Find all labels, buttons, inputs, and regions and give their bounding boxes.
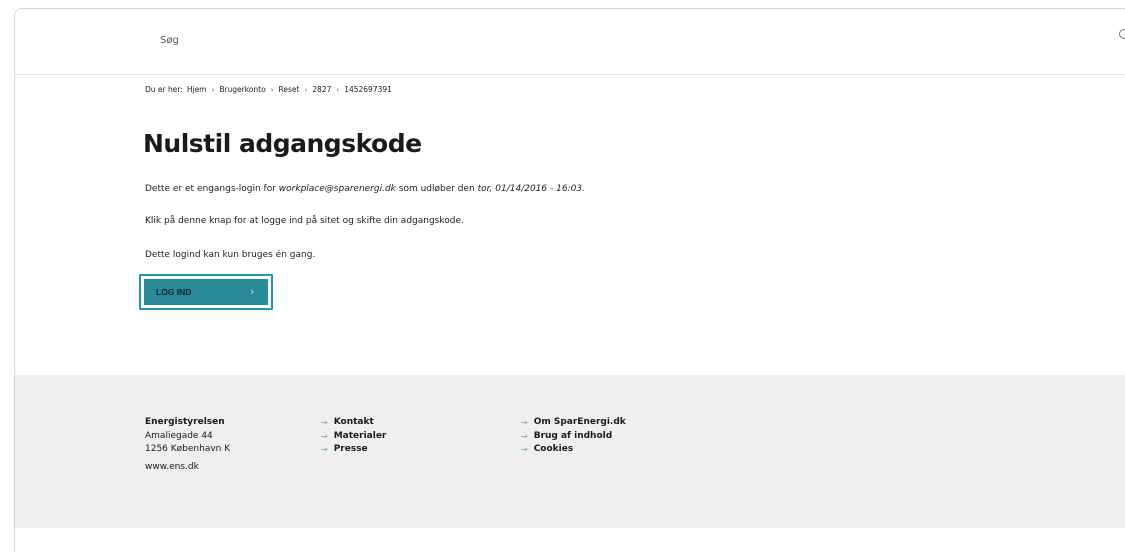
p1-text-middle: som udløber den <box>395 184 478 194</box>
search-icon[interactable] <box>1119 29 1125 39</box>
footer-link-cookies[interactable]: → Cookies <box>521 443 626 457</box>
breadcrumb-item-hjem[interactable]: Hjem <box>187 85 207 94</box>
footer-link-kontakt[interactable]: → Kontakt <box>321 416 386 430</box>
arrow-right-icon: → <box>521 445 528 454</box>
p1-text-before: Dette er et engangs-login for <box>145 184 279 194</box>
arrow-right-icon: → <box>521 431 528 441</box>
login-email: workplace@sparenergi.dk <box>278 184 396 194</box>
breadcrumb-item-reset[interactable]: Reset <box>279 85 300 94</box>
login-button-highlight: LOG IND › <box>139 274 273 310</box>
footer-link-om-sparenergi[interactable]: → Om SparEnergi.dk <box>521 416 626 430</box>
instruction-text: Klik på denne knap for at logge ind på s… <box>145 216 464 226</box>
footer-links-col-2: → Om SparEnergi.dk → Brug af indhold → Cook… <box>521 416 626 457</box>
breadcrumb-separator-icon: › <box>211 85 215 94</box>
arrow-right-icon: → <box>321 418 328 427</box>
breadcrumb-item-current: 1452697391 <box>344 85 392 94</box>
footer-address: Energistyrelsen Amaliegade 44 1256 Køben… <box>145 416 230 474</box>
arrow-right-icon: → <box>521 418 528 427</box>
search-input[interactable]: Søg <box>160 35 179 46</box>
footer-link-brug-af-indhold[interactable]: → Brug af indhold <box>521 430 626 444</box>
site-header: Søg <box>15 9 1125 75</box>
breadcrumb: Du er her: Hjem › Brugerkonto › Reset › … <box>145 85 392 94</box>
single-use-text: Dette logind kan kun bruges én gang. <box>145 250 316 260</box>
website-link[interactable]: www.ens.dk <box>145 461 230 475</box>
one-time-login-text: Dette er et engangs-login for workplace@… <box>145 184 585 194</box>
breadcrumb-separator-icon: › <box>336 85 340 94</box>
arrow-right-icon: → <box>321 445 328 454</box>
login-button-label: LOG IND <box>156 287 192 297</box>
org-name: Energistyrelsen <box>145 417 225 427</box>
arrow-right-icon: → <box>321 431 328 441</box>
browser-frame: Søg Du er her: Hjem › Brugerkonto › Rese… <box>14 8 1125 552</box>
breadcrumb-item-2827[interactable]: 2827 <box>312 85 331 94</box>
page-title: Nulstil adgangskode <box>143 129 422 158</box>
breadcrumb-prefix: Du er her: <box>145 85 183 94</box>
expiry-date: tor, 01/14/2016 - 16:03. <box>477 184 585 194</box>
site-footer: Energistyrelsen Amaliegade 44 1256 Køben… <box>15 375 1125 528</box>
address-line-1: Amaliegade 44 <box>145 430 213 441</box>
breadcrumb-item-brugerkonto[interactable]: Brugerkonto <box>219 85 265 94</box>
breadcrumb-separator-icon: › <box>270 85 274 94</box>
footer-link-presse[interactable]: → Presse <box>321 443 386 457</box>
breadcrumb-separator-icon: › <box>304 85 308 94</box>
footer-link-materialer[interactable]: → Materialer <box>321 430 386 444</box>
chevron-right-icon: › <box>250 286 254 298</box>
footer-links-col-1: → Kontakt → Materialer → Presse <box>321 416 386 457</box>
login-button[interactable]: LOG IND › <box>144 279 268 305</box>
address-line-2: 1256 København K <box>145 444 231 454</box>
